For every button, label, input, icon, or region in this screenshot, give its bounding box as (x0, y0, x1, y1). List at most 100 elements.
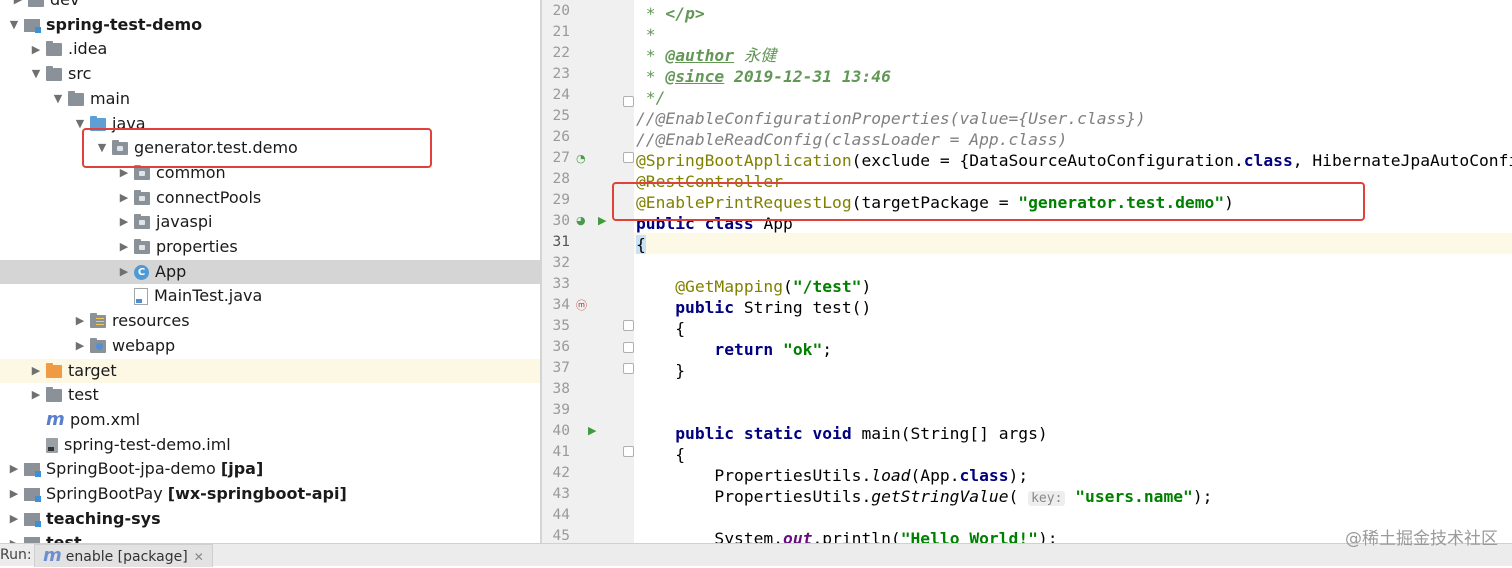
tree-row-springbootpay[interactable]: ▶ SpringBootPay [wx-springboot-api] (0, 482, 540, 507)
run-icon[interactable]: ▶ (598, 214, 606, 227)
java-file-icon (134, 288, 148, 306)
expand-arrow-icon[interactable]: ▶ (6, 507, 22, 532)
tree-row-springboot-jpa-demo[interactable]: ▶ SpringBoot-jpa-demo [jpa] (0, 457, 540, 482)
tree-row-test-module[interactable]: ▶ test (0, 531, 540, 543)
maven-icon: m (46, 408, 65, 430)
line-number: 26 (552, 129, 570, 145)
tree-row-test[interactable]: ▶ test (0, 383, 540, 408)
fold-icon[interactable] (623, 320, 634, 331)
expand-arrow-icon[interactable]: ▶ (72, 309, 88, 334)
line-number: 22 (552, 45, 570, 61)
code-line-30: public class App (636, 214, 793, 233)
code-line-28: @RestController (636, 172, 784, 191)
code-line-20: * </p> (636, 4, 705, 23)
tree-row-connectpools[interactable]: ▶ connectPools (0, 186, 540, 211)
tree-row-java[interactable]: ▼ java (0, 112, 540, 137)
fold-icon[interactable] (623, 363, 634, 374)
tree-row-main[interactable]: ▼ main (0, 87, 540, 112)
line-number: 23 (552, 66, 570, 82)
fold-icon[interactable] (623, 152, 634, 163)
tree-label: properties (156, 237, 238, 257)
tree-row-spring-test-demo[interactable]: ▼ spring-test-demo (0, 13, 540, 38)
package-icon (134, 239, 150, 254)
tree-row-properties[interactable]: ▶ properties (0, 235, 540, 260)
tree-row-webapp[interactable]: ▶ webapp (0, 334, 540, 359)
tree-row-resources[interactable]: ▶ resources (0, 309, 540, 334)
expand-arrow-icon[interactable]: ▶ (72, 334, 88, 359)
code-line-23: * @since 2019-12-31 13:46 (636, 67, 891, 86)
line-number: 41 (552, 444, 570, 460)
package-icon (134, 214, 150, 230)
line-number: 31 (552, 234, 570, 250)
tree-label: resources (112, 311, 190, 331)
tree-label: webapp (112, 335, 176, 355)
tree-label: common (156, 163, 226, 183)
tree-label: generator.test.demo (134, 138, 298, 158)
tree-row-generator-test-demo[interactable]: ▼ generator.test.demo (0, 136, 540, 161)
fold-icon[interactable] (623, 446, 634, 457)
run-label: Run: (0, 547, 32, 563)
fold-icon[interactable] (623, 342, 634, 353)
expand-arrow-icon[interactable]: ▶ (116, 161, 132, 186)
line-number: 34 (552, 297, 570, 313)
code-line-33: @GetMapping("/test") (636, 277, 872, 296)
module-suffix: [wx-springboot-api] (167, 484, 347, 504)
tree-label: .idea (68, 39, 108, 59)
collapse-arrow-icon[interactable]: ▼ (50, 87, 66, 112)
collapse-arrow-icon[interactable]: ▼ (28, 62, 44, 87)
close-icon[interactable]: ✕ (194, 550, 204, 564)
code-line-34: public String test() (636, 298, 872, 317)
line-number: 33 (552, 276, 570, 292)
tree-row-teaching-sys[interactable]: ▶ teaching-sys (0, 507, 540, 532)
line-number: 45 (552, 528, 570, 544)
folder-icon (46, 41, 62, 57)
mapping-icon: ⓜ (576, 299, 587, 312)
tree-row-maintest[interactable]: ▶MainTest.java (0, 284, 540, 309)
collapse-arrow-icon[interactable]: ▼ (94, 136, 110, 161)
code-line-25: //@EnableConfigurationProperties(value={… (636, 109, 1146, 128)
tree-label: teaching-sys (46, 508, 161, 528)
expand-arrow-icon[interactable]: ▶ (28, 38, 44, 63)
folder-icon (46, 66, 62, 82)
excluded-folder-icon (46, 362, 62, 378)
expand-arrow-icon[interactable]: ▶ (28, 383, 44, 408)
watermark: @稀土掘金技术社区 (1345, 529, 1498, 549)
tree-row-src[interactable]: ▼ src (0, 62, 540, 87)
line-number: 39 (552, 402, 570, 418)
fold-icon[interactable] (623, 96, 634, 107)
expand-arrow-icon[interactable]: ▶ (28, 359, 44, 384)
module-suffix: [jpa] (220, 459, 264, 479)
collapse-arrow-icon[interactable]: ▼ (72, 112, 88, 137)
expand-arrow-icon[interactable]: ▶ (10, 0, 26, 13)
tree-label: SpringBoot-jpa-demo (46, 459, 216, 479)
spring-bean-icon: ◕ (576, 214, 586, 227)
expand-arrow-icon[interactable]: ▶ (116, 186, 132, 211)
expand-arrow-icon[interactable]: ▶ (6, 532, 22, 543)
folder-icon (28, 0, 44, 7)
expand-arrow-icon[interactable]: ▶ (116, 260, 132, 285)
expand-arrow-icon[interactable]: ▶ (6, 457, 22, 482)
module-icon (24, 18, 41, 33)
tree-row-pom[interactable]: ▶mpom.xml (0, 408, 540, 433)
code-line-24: */ (636, 88, 666, 107)
expand-arrow-icon[interactable]: ▶ (6, 482, 22, 507)
tree-row-app[interactable]: ▶ C App (0, 259, 540, 285)
tree-label: App (155, 261, 187, 281)
expand-arrow-icon[interactable]: ▶ (116, 210, 132, 235)
tree-row-target[interactable]: ▶ target (0, 358, 540, 384)
resources-folder-icon (90, 313, 106, 329)
collapse-arrow-icon[interactable]: ▼ (6, 13, 22, 38)
code-editor[interactable]: * </p> * * @author 永健 * @since 2019-12-3… (636, 0, 1512, 543)
tree-row-dev[interactable]: ▶ dev (0, 0, 540, 13)
tree-row-idea[interactable]: ▶ .idea (0, 37, 540, 62)
code-line-37: } (636, 361, 686, 380)
line-number: 42 (552, 465, 570, 481)
expand-arrow-icon[interactable]: ▶ (116, 235, 132, 260)
tree-row-common[interactable]: ▶ common (0, 161, 540, 186)
run-icon[interactable]: ▶ (588, 424, 596, 437)
line-number: 35 (552, 318, 570, 334)
tree-label: java (112, 113, 146, 133)
tree-row-javaspi[interactable]: ▶ javaspi (0, 210, 540, 235)
run-tab[interactable]: m enable [package] ✕ (34, 544, 213, 567)
tree-row-iml[interactable]: ▶spring-test-demo.iml (0, 433, 540, 458)
